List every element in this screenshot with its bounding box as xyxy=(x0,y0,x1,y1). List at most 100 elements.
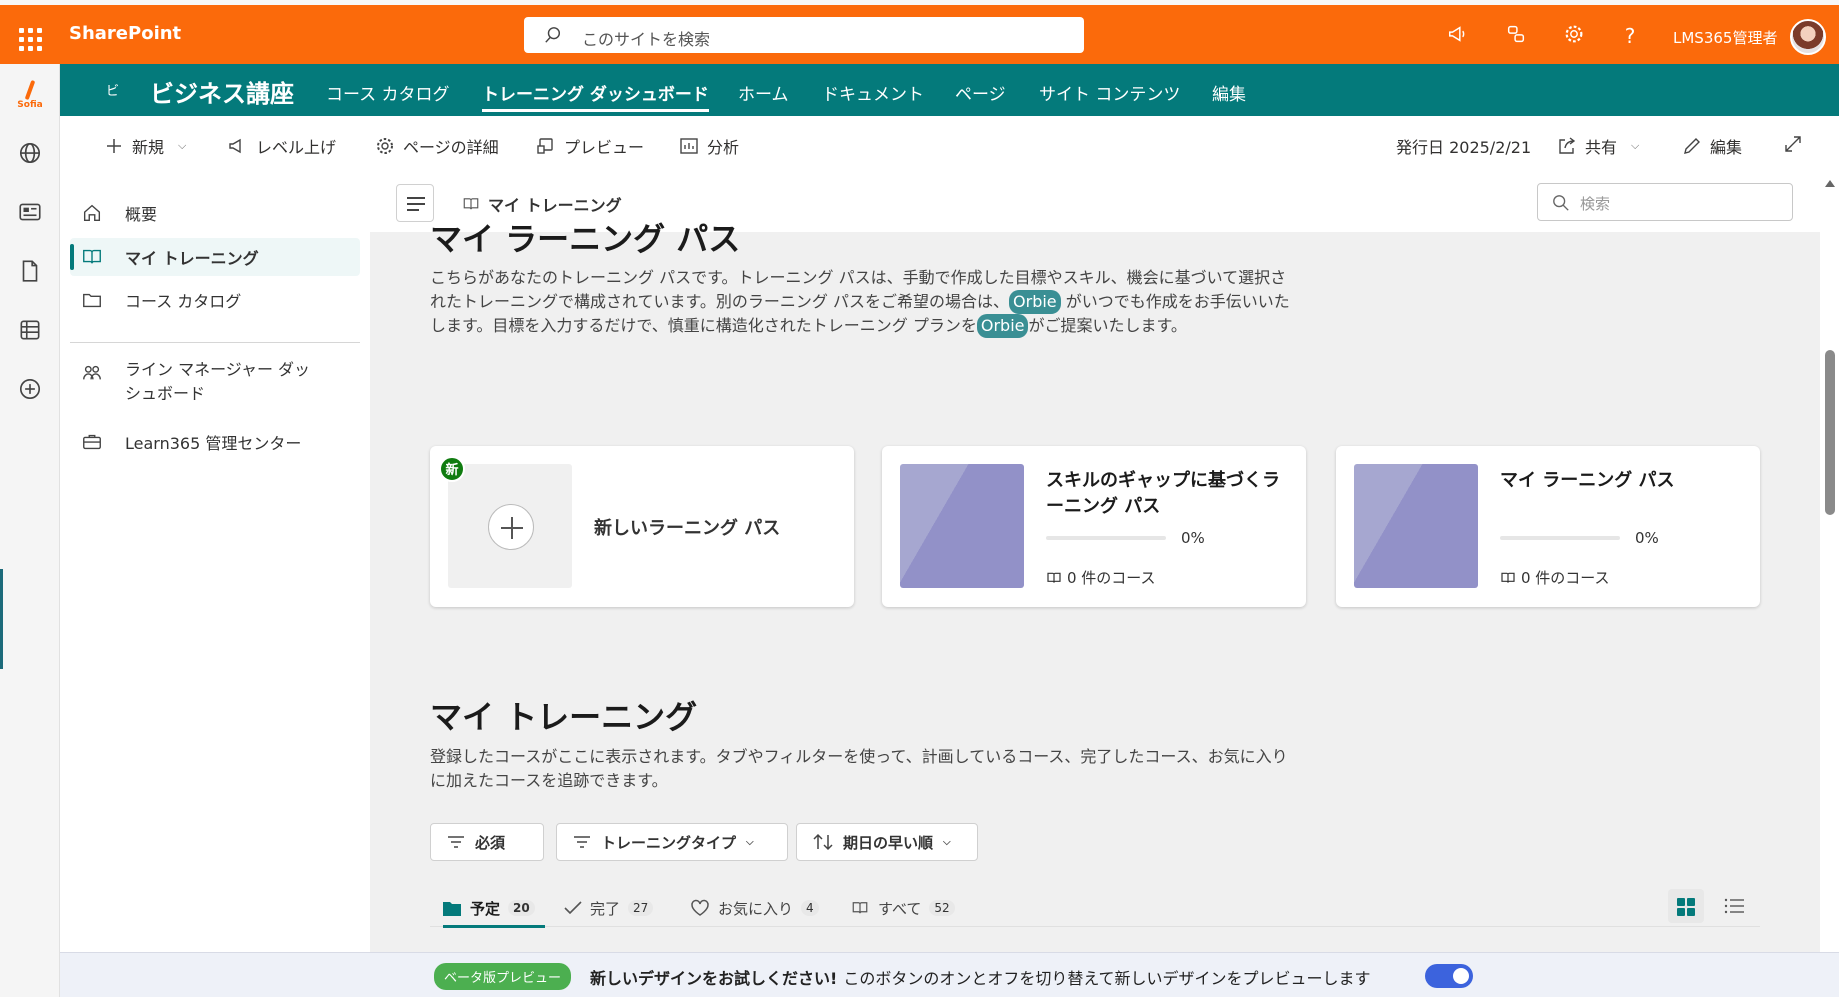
search-icon xyxy=(545,27,561,43)
user-name[interactable]: LMS365管理者 xyxy=(1673,27,1777,48)
app-name[interactable]: SharePoint xyxy=(69,23,181,44)
scroll-up-arrow-icon[interactable] xyxy=(1825,180,1835,187)
add-icon xyxy=(107,139,121,153)
filter-icon xyxy=(574,836,590,848)
tab-label: お気に入り xyxy=(718,899,794,918)
help-icon[interactable]: ? xyxy=(1617,23,1643,49)
chevron-down-icon: ⌵ xyxy=(943,836,951,848)
book-icon xyxy=(83,249,101,264)
sort-due-date-button[interactable]: 期日の早い順 ⌵ xyxy=(796,823,978,861)
search-placeholder: 検索 xyxy=(1580,195,1611,213)
new-learning-path-card[interactable]: 新 新しいラーニング パス xyxy=(430,446,854,607)
sort-label: 期日の早い順 xyxy=(843,833,934,852)
leftnav-item-line-manager-dashboard[interactable]: ライン マネージャー ダッシュボード xyxy=(70,358,360,414)
heart-icon xyxy=(691,899,709,916)
list-icon[interactable] xyxy=(17,317,43,343)
left-navigation: 概要 マイ トレーニング コース カタログ ライン マネージャー ダッシュボード… xyxy=(60,172,370,952)
sofia-logo[interactable]: Sofia xyxy=(14,79,46,112)
grid-view-button[interactable] xyxy=(1668,889,1704,923)
pencil-icon xyxy=(1684,138,1700,154)
required-filter-button[interactable]: 必須 xyxy=(430,823,544,861)
site-search-input[interactable]: このサイトを検索 xyxy=(524,17,1084,53)
scrollbar-thumb[interactable] xyxy=(1825,350,1835,515)
edit-button[interactable]: 編集 xyxy=(1682,134,1742,158)
menu-toggle-button[interactable] xyxy=(396,184,434,222)
share-label: 共有 xyxy=(1585,138,1618,157)
book-icon xyxy=(463,198,479,210)
briefcase-icon xyxy=(83,434,101,450)
tab-completed[interactable]: 完了 27 xyxy=(564,891,654,925)
orbie-link[interactable]: Orbie xyxy=(976,314,1029,338)
avatar[interactable] xyxy=(1790,19,1826,55)
learning-path-card[interactable]: マイ ラーニング パス 0% 0 件のコース xyxy=(1336,446,1760,607)
preview-button[interactable]: プレビュー xyxy=(536,134,644,158)
preview-icon xyxy=(537,138,553,154)
nav-course-catalog[interactable]: コース カタログ xyxy=(326,80,450,105)
gear-icon[interactable] xyxy=(1561,23,1587,49)
add-icon[interactable] xyxy=(488,504,534,550)
rail-accent-strip xyxy=(0,569,3,669)
nav-documents[interactable]: ドキュメント xyxy=(822,80,924,105)
share-button[interactable]: 共有 ⌵ xyxy=(1557,134,1639,158)
beta-badge: ベータ版プレビュー xyxy=(434,963,572,990)
level-up-button[interactable]: レベル上げ xyxy=(228,134,336,158)
leftnav-item-admin-center[interactable]: Learn365 管理センター xyxy=(70,423,360,461)
learning-path-card[interactable]: スキルのギャップに基づくラーニング パス 0% 0 件のコース xyxy=(882,446,1306,607)
analytics-button[interactable]: 分析 xyxy=(679,134,739,158)
chevron-down-icon: ⌵ xyxy=(1631,139,1640,152)
new-button[interactable]: 新規 ⌵ xyxy=(104,134,186,158)
site-name[interactable]: ビジネス講座 xyxy=(150,74,294,109)
page-scrollbar[interactable] xyxy=(1820,172,1839,952)
expand-button[interactable] xyxy=(1783,134,1803,154)
learning-paths-description: こちらがあなたのトレーニング パスです。トレーニング パスは、手動で作成した目標… xyxy=(430,266,1300,338)
breadcrumb: マイ トレーニング xyxy=(462,192,622,216)
nav-edit[interactable]: 編集 xyxy=(1212,80,1246,105)
document-icon[interactable] xyxy=(17,258,43,284)
leftnav-item-overview[interactable]: 概要 xyxy=(70,194,360,232)
grid-icon xyxy=(1677,898,1695,916)
tab-all[interactable]: すべて 52 xyxy=(850,891,955,925)
page-details-button[interactable]: ページの詳細 xyxy=(375,134,499,158)
filter-label: トレーニングタイプ xyxy=(601,833,737,852)
training-type-filter-button[interactable]: トレーニングタイプ ⌵ xyxy=(556,823,788,861)
course-count: 0 件のコース xyxy=(1046,567,1156,588)
tab-count: 52 xyxy=(929,900,955,916)
news-icon[interactable] xyxy=(17,199,43,225)
leftnav-item-my-training[interactable]: マイ トレーニング xyxy=(70,238,360,276)
tab-label: 予定 xyxy=(470,899,501,918)
course-count-label: 0 件のコース xyxy=(1067,569,1156,587)
megaphone-icon[interactable] xyxy=(1445,23,1471,49)
tab-planned[interactable]: 予定 20 xyxy=(442,891,535,925)
new-design-toggle[interactable] xyxy=(1425,964,1473,988)
nav-site-contents[interactable]: サイト コンテンツ xyxy=(1039,80,1180,105)
progress-percent: 0% xyxy=(1635,529,1659,547)
leftnav-label: Learn365 管理センター xyxy=(125,434,302,453)
leftnav-divider xyxy=(70,342,360,343)
tab-favorites[interactable]: お気に入り 4 xyxy=(690,891,819,925)
home-icon xyxy=(83,204,101,222)
globe-icon[interactable] xyxy=(17,140,43,166)
chart-icon xyxy=(680,138,698,154)
course-search-input[interactable]: 検索 xyxy=(1537,183,1793,221)
new-label: 新規 xyxy=(132,138,165,157)
add-circle-icon[interactable] xyxy=(17,376,43,402)
published-date: 発行日 2025/2/21 xyxy=(1396,138,1532,157)
banner-text: 新しいデザインをお試しください! このボタンのオンとオフを切り替えて新しいデザイン… xyxy=(590,965,1371,989)
progress-bar xyxy=(1046,536,1166,540)
leftnav-item-course-catalog[interactable]: コース カタログ xyxy=(70,281,360,319)
beta-preview-banner: ベータ版プレビュー 新しいデザインをお試しください! このボタンのオンとオフを切り… xyxy=(60,952,1839,997)
list-view-button[interactable] xyxy=(1715,889,1751,923)
leftnav-label: マイ トレーニング xyxy=(125,249,259,268)
banner-headline: 新しいデザインをお試しください! xyxy=(590,969,838,988)
nav-training-dashboard[interactable]: トレーニング ダッシュボード xyxy=(482,80,709,112)
tab-label: すべて xyxy=(878,899,922,918)
new-badge: 新 xyxy=(439,456,465,482)
nav-home[interactable]: ホーム xyxy=(738,80,789,105)
leftnav-label: 概要 xyxy=(125,205,158,224)
app-launcher-icon[interactable] xyxy=(14,23,42,51)
share-hub-icon[interactable] xyxy=(1503,23,1529,49)
orbie-link[interactable]: Orbie xyxy=(1009,290,1061,314)
edit-label: 編集 xyxy=(1710,138,1743,157)
learning-paths-title: マイ ラーニング パス xyxy=(430,220,741,258)
nav-pages[interactable]: ページ xyxy=(955,80,1006,105)
